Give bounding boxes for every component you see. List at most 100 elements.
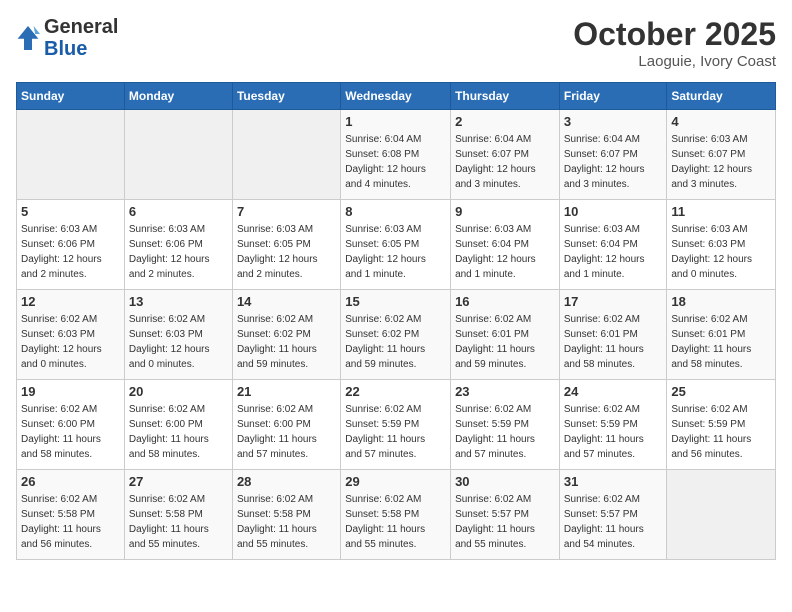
logo-general: General	[44, 16, 118, 38]
calendar-cell: 4Sunrise: 6:03 AM Sunset: 6:07 PM Daylig…	[667, 110, 776, 200]
day-header-saturday: Saturday	[667, 83, 776, 110]
day-info: Sunrise: 6:03 AM Sunset: 6:04 PM Dayligh…	[455, 222, 555, 282]
calendar-cell: 15 Sunrise: 6:02 AM Sunset: 6:02 PM Dayli…	[341, 290, 451, 380]
day-info: Sunrise: 6:03 AM Sunset: 6:05 PM Dayligh…	[345, 222, 446, 282]
week-row-1: 1 Sunrise: 6:04 AM Sunset: 6:08 PM Daylig…	[17, 110, 776, 200]
day-number: 8	[345, 204, 446, 219]
day-info: Sunrise: 6:02 AM Sunset: 6:02 PM Dayligh…	[237, 312, 336, 372]
calendar-cell: 25Sunrise: 6:02 AM Sunset: 5:59 PM Dayli…	[667, 380, 776, 470]
week-row-5: 26 Sunrise: 6:02 AM Sunset: 5:58 PM Dayli…	[17, 470, 776, 560]
day-header-thursday: Thursday	[451, 83, 560, 110]
calendar-table: SundayMondayTuesdayWednesdayThursdayFrid…	[16, 82, 776, 560]
day-info: Sunrise: 6:02 AM Sunset: 6:00 PM Dayligh…	[129, 402, 228, 462]
day-header-friday: Friday	[559, 83, 667, 110]
calendar-cell: 12 Sunrise: 6:02 AM Sunset: 6:03 PM Dayli…	[17, 290, 125, 380]
calendar-cell: 24 Sunrise: 6:02 AM Sunset: 5:59 PM Dayli…	[559, 380, 667, 470]
day-info: Sunrise: 6:02 AM Sunset: 5:58 PM Dayligh…	[237, 492, 336, 552]
day-number: 11	[671, 204, 771, 219]
calendar-cell: 13 Sunrise: 6:02 AM Sunset: 6:03 PM Dayli…	[124, 290, 232, 380]
calendar-cell: 9 Sunrise: 6:03 AM Sunset: 6:04 PM Daylig…	[451, 200, 560, 290]
day-number: 1	[345, 114, 446, 129]
calendar-cell: 5 Sunrise: 6:03 AM Sunset: 6:06 PM Daylig…	[17, 200, 125, 290]
calendar-cell	[667, 470, 776, 560]
day-number: 24	[564, 384, 663, 399]
day-info: Sunrise: 6:02 AM Sunset: 6:02 PM Dayligh…	[345, 312, 446, 372]
day-number: 2	[455, 114, 555, 129]
day-info: Sunrise: 6:02 AM Sunset: 6:00 PM Dayligh…	[21, 402, 120, 462]
calendar-cell: 20Sunrise: 6:02 AM Sunset: 6:00 PM Dayli…	[124, 380, 232, 470]
calendar-cell: 7 Sunrise: 6:03 AM Sunset: 6:05 PM Daylig…	[232, 200, 340, 290]
day-number: 13	[129, 294, 228, 309]
days-header-row: SundayMondayTuesdayWednesdayThursdayFrid…	[17, 83, 776, 110]
day-info: Sunrise: 6:02 AM Sunset: 5:59 PM Dayligh…	[345, 402, 446, 462]
day-info: Sunrise: 6:02 AM Sunset: 5:58 PM Dayligh…	[21, 492, 120, 552]
day-number: 6	[129, 204, 228, 219]
day-header-sunday: Sunday	[17, 83, 125, 110]
calendar-cell: 17 Sunrise: 6:02 AM Sunset: 6:01 PM Dayli…	[559, 290, 667, 380]
day-info: Sunrise: 6:02 AM Sunset: 6:01 PM Dayligh…	[564, 312, 663, 372]
day-number: 9	[455, 204, 555, 219]
day-number: 22	[345, 384, 446, 399]
logo-icon	[16, 24, 40, 52]
page-header: General Blue October 2025 Laoguie, Ivory…	[16, 16, 776, 70]
calendar-cell: 28 Sunrise: 6:02 AM Sunset: 5:58 PM Dayli…	[232, 470, 340, 560]
day-info: Sunrise: 6:03 AM Sunset: 6:06 PM Dayligh…	[21, 222, 120, 282]
calendar-cell: 26 Sunrise: 6:02 AM Sunset: 5:58 PM Dayli…	[17, 470, 125, 560]
day-info: Sunrise: 6:02 AM Sunset: 5:58 PM Dayligh…	[129, 492, 228, 552]
day-number: 15	[345, 294, 446, 309]
day-number: 4	[671, 114, 771, 129]
day-number: 7	[237, 204, 336, 219]
day-number: 23	[455, 384, 555, 399]
day-number: 30	[455, 474, 555, 489]
day-info: Sunrise: 6:03 AM Sunset: 6:06 PM Dayligh…	[129, 222, 228, 282]
calendar-cell: 2 Sunrise: 6:04 AM Sunset: 6:07 PM Daylig…	[451, 110, 560, 200]
day-header-tuesday: Tuesday	[232, 83, 340, 110]
day-number: 3	[564, 114, 663, 129]
calendar-cell: 31Sunrise: 6:02 AM Sunset: 5:57 PM Dayli…	[559, 470, 667, 560]
day-info: Sunrise: 6:02 AM Sunset: 6:01 PM Dayligh…	[455, 312, 555, 372]
day-number: 12	[21, 294, 120, 309]
calendar-cell: 16Sunrise: 6:02 AM Sunset: 6:01 PM Dayli…	[451, 290, 560, 380]
logo-blue: Blue	[44, 38, 118, 60]
calendar-cell: 3 Sunrise: 6:04 AM Sunset: 6:07 PM Daylig…	[559, 110, 667, 200]
day-number: 21	[237, 384, 336, 399]
calendar-cell	[17, 110, 125, 200]
calendar-cell: 27Sunrise: 6:02 AM Sunset: 5:58 PM Dayli…	[124, 470, 232, 560]
calendar-cell: 29Sunrise: 6:02 AM Sunset: 5:58 PM Dayli…	[341, 470, 451, 560]
day-header-monday: Monday	[124, 83, 232, 110]
day-info: Sunrise: 6:04 AM Sunset: 6:07 PM Dayligh…	[455, 132, 555, 192]
day-info: Sunrise: 6:02 AM Sunset: 5:57 PM Dayligh…	[455, 492, 555, 552]
day-number: 31	[564, 474, 663, 489]
week-row-3: 12 Sunrise: 6:02 AM Sunset: 6:03 PM Dayli…	[17, 290, 776, 380]
day-info: Sunrise: 6:04 AM Sunset: 6:07 PM Dayligh…	[564, 132, 663, 192]
day-number: 5	[21, 204, 120, 219]
calendar-cell: 30 Sunrise: 6:02 AM Sunset: 5:57 PM Dayli…	[451, 470, 560, 560]
day-info: Sunrise: 6:02 AM Sunset: 5:59 PM Dayligh…	[564, 402, 663, 462]
day-number: 17	[564, 294, 663, 309]
day-info: Sunrise: 6:03 AM Sunset: 6:05 PM Dayligh…	[237, 222, 336, 282]
calendar-cell: 11 Sunrise: 6:03 AM Sunset: 6:03 PM Dayli…	[667, 200, 776, 290]
day-number: 18	[671, 294, 771, 309]
calendar-cell: 21Sunrise: 6:02 AM Sunset: 6:00 PM Dayli…	[232, 380, 340, 470]
day-info: Sunrise: 6:04 AM Sunset: 6:08 PM Dayligh…	[345, 132, 446, 192]
day-number: 26	[21, 474, 120, 489]
day-info: Sunrise: 6:02 AM Sunset: 5:59 PM Dayligh…	[671, 402, 771, 462]
calendar-cell: 23Sunrise: 6:02 AM Sunset: 5:59 PM Dayli…	[451, 380, 560, 470]
day-info: Sunrise: 6:03 AM Sunset: 6:04 PM Dayligh…	[564, 222, 663, 282]
day-info: Sunrise: 6:02 AM Sunset: 6:03 PM Dayligh…	[129, 312, 228, 372]
location: Laoguie, Ivory Coast	[573, 53, 776, 70]
day-number: 28	[237, 474, 336, 489]
calendar-cell: 1 Sunrise: 6:04 AM Sunset: 6:08 PM Daylig…	[341, 110, 451, 200]
calendar-cell: 8 Sunrise: 6:03 AM Sunset: 6:05 PM Daylig…	[341, 200, 451, 290]
logo-text: General Blue	[44, 16, 118, 60]
day-info: Sunrise: 6:03 AM Sunset: 6:03 PM Dayligh…	[671, 222, 771, 282]
day-header-wednesday: Wednesday	[341, 83, 451, 110]
calendar-body: 1 Sunrise: 6:04 AM Sunset: 6:08 PM Daylig…	[17, 110, 776, 560]
day-info: Sunrise: 6:02 AM Sunset: 6:03 PM Dayligh…	[21, 312, 120, 372]
day-number: 14	[237, 294, 336, 309]
calendar-cell	[124, 110, 232, 200]
day-info: Sunrise: 6:02 AM Sunset: 6:01 PM Dayligh…	[671, 312, 771, 372]
day-number: 29	[345, 474, 446, 489]
day-number: 10	[564, 204, 663, 219]
calendar-cell: 18 Sunrise: 6:02 AM Sunset: 6:01 PM Dayli…	[667, 290, 776, 380]
